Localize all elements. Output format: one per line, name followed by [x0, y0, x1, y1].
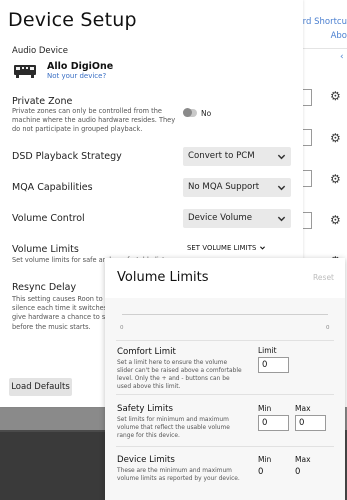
popup-header: Volume Limits Reset [105, 258, 345, 298]
volume-slider[interactable] [122, 314, 328, 315]
background-selector[interactable]: ‹ [340, 52, 347, 62]
gear-icon[interactable]: ⚙ [330, 89, 344, 103]
chevron-down-icon [277, 185, 286, 191]
background-divider [303, 48, 347, 49]
background-input[interactable] [303, 129, 312, 146]
volume-control-select[interactable]: Device Volume [183, 209, 291, 228]
mqa-capabilities-select[interactable]: No MQA Support [183, 178, 291, 197]
volume-control-label: Volume Control [12, 213, 85, 224]
volume-limits-label: Volume Limits [12, 244, 79, 255]
load-defaults-button[interactable]: Load Defaults [9, 378, 72, 396]
dsd-playback-label: DSD Playback Strategy [12, 151, 122, 162]
comfort-limit-description: Set a limit here to ensure the volume sl… [117, 360, 242, 390]
audio-device-label: Audio Device [12, 46, 68, 56]
safety-max-label: Max [295, 404, 311, 413]
device-min-label: Min [258, 455, 272, 464]
volume-limits-popup: Volume Limits Reset 0 0 Comfort Limit Se… [105, 258, 345, 500]
gear-icon[interactable]: ⚙ [330, 131, 344, 145]
slider-max-label: 0 [326, 325, 330, 331]
mqa-capabilities-value: No MQA Support [188, 182, 260, 192]
comfort-limit-input[interactable]: 0 [258, 357, 289, 373]
safety-max-input[interactable]: 0 [295, 415, 326, 431]
section-divider [116, 446, 334, 447]
private-zone-label: Private Zone [12, 96, 73, 107]
toggle-knob [183, 108, 192, 117]
background-input[interactable] [303, 170, 312, 187]
chevron-down-icon [277, 154, 286, 160]
slider-min-label: 0 [120, 325, 124, 331]
chevron-down-icon [259, 246, 265, 250]
popup-body: 0 0 Comfort Limit Set a limit here to en… [105, 298, 345, 500]
chevron-down-icon [277, 216, 286, 222]
background-thumbnail [0, 432, 105, 500]
gear-icon[interactable]: ⚙ [330, 172, 344, 186]
dialog-title: Device Setup [8, 9, 137, 31]
device-limits-description: These are the minimum and maximum volume… [117, 468, 240, 482]
device-max-label: Max [295, 455, 311, 464]
reset-button[interactable]: Reset [313, 273, 334, 282]
private-zone-toggle-label: No [201, 109, 212, 118]
safety-min-input[interactable]: 0 [258, 415, 289, 431]
background-input[interactable] [303, 212, 312, 229]
device-icon [14, 65, 36, 78]
volume-control-value: Device Volume [188, 213, 253, 223]
mqa-capabilities-label: MQA Capabilities [12, 182, 93, 193]
dsd-playback-value: Convert to PCM [188, 151, 255, 161]
set-volume-limits-button[interactable]: SET VOLUME LIMITS [187, 244, 266, 252]
device-limits-title: Device Limits [117, 455, 175, 465]
private-zone-description: Private zones can only be controlled fro… [12, 107, 176, 134]
resync-delay-label: Resync Delay [12, 282, 77, 293]
comfort-limit-title: Comfort Limit [117, 347, 176, 357]
private-zone-toggle[interactable] [183, 108, 197, 117]
dsd-playback-select[interactable]: Convert to PCM [183, 147, 291, 166]
not-your-device-link[interactable]: Not your device? [47, 72, 106, 80]
safety-limits-title: Safety Limits [117, 404, 174, 414]
device-min-value: 0 [258, 467, 264, 477]
popup-title: Volume Limits [117, 270, 209, 285]
safety-limits-description: Set limits for minimum and maximum volum… [117, 417, 230, 439]
gear-icon[interactable]: ⚙ [330, 213, 344, 227]
device-max-value: 0 [295, 467, 301, 477]
set-volume-limits-label: SET VOLUME LIMITS [187, 244, 257, 252]
safety-min-label: Min [258, 404, 272, 413]
comfort-limit-field-label: Limit [258, 346, 277, 355]
section-divider [116, 394, 334, 395]
section-divider [116, 340, 334, 341]
background-input[interactable] [303, 89, 312, 106]
device-name: Allo DigiOne [47, 61, 114, 72]
